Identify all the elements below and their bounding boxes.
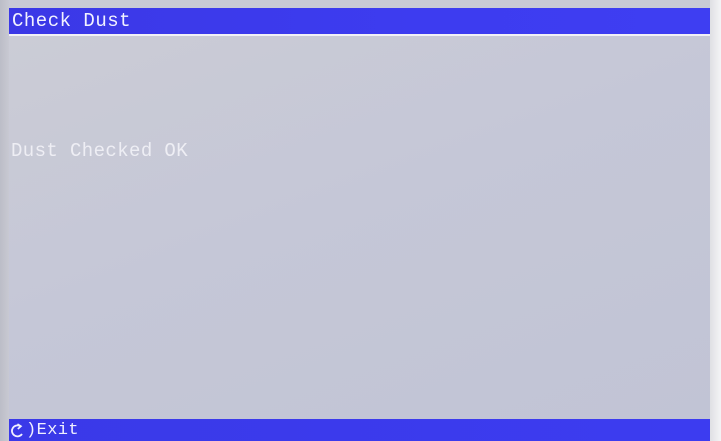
exit-label: )Exit — [26, 421, 80, 440]
page-title: Check Dust — [12, 10, 132, 32]
main-content: Dust Checked OK — [9, 36, 710, 419]
status-bar: )Exit — [9, 419, 710, 441]
exit-button[interactable]: )Exit — [11, 421, 79, 441]
return-arrow-icon — [11, 423, 25, 439]
device-screen: Check Dust Dust Checked OK )Exit — [0, 0, 721, 441]
screen-bezel-left — [0, 0, 9, 441]
status-message: Dust Checked OK — [11, 140, 189, 162]
screen-bezel-right — [710, 0, 721, 441]
title-bar: Check Dust — [9, 8, 710, 34]
